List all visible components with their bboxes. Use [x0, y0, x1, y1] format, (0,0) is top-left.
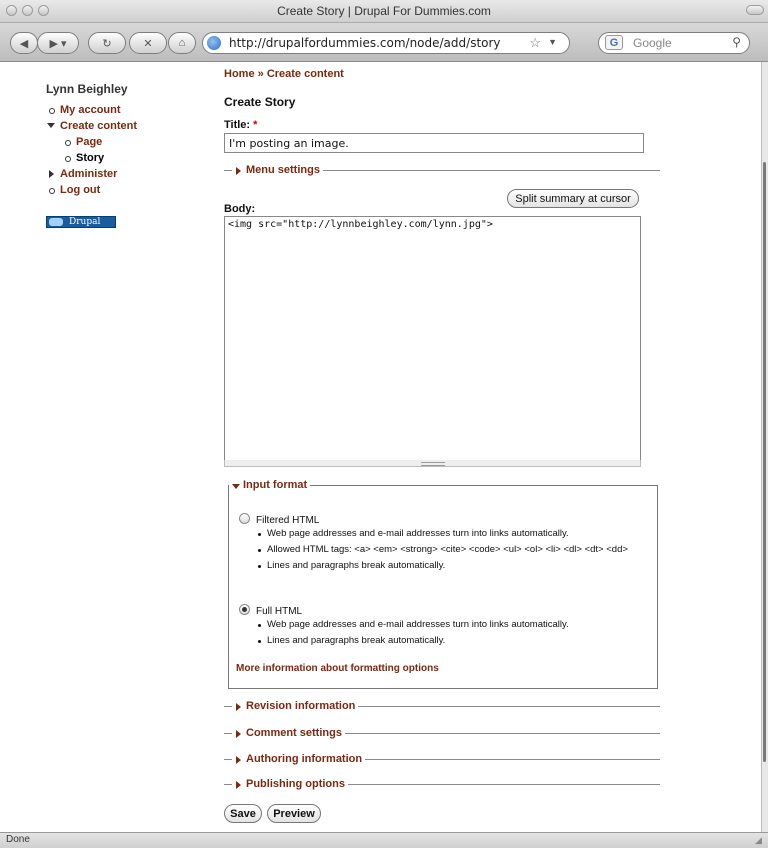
toolbar-toggle-button[interactable] [746, 5, 764, 15]
breadcrumb-create-content-link[interactable]: Create content [267, 68, 344, 80]
filter-tip: Allowed HTML tags: <a> <em> <strong> <ci… [255, 544, 645, 556]
sidebar-item-log-out[interactable]: Log out [46, 182, 206, 198]
revision-information-label: Revision information [246, 700, 356, 712]
menu-settings-label: Menu settings [246, 164, 320, 176]
url-text: http://drupalfordummies.com/node/add/sto… [229, 36, 501, 50]
page-title: Create Story [224, 95, 296, 109]
address-bar[interactable]: http://drupalfordummies.com/node/add/sto… [202, 32, 570, 54]
sidebar-item-create-content[interactable]: Create content [46, 118, 206, 134]
textarea-resize-handle[interactable] [224, 460, 641, 467]
filter-tip: Lines and paragraphs break automatically… [255, 560, 645, 572]
filtered-html-label[interactable]: Filtered HTML [256, 515, 319, 526]
full-html-label[interactable]: Full HTML [256, 606, 302, 617]
reload-icon: ↻ [102, 37, 112, 50]
stop-button[interactable]: ✕ [129, 32, 167, 54]
preview-button[interactable]: Preview [267, 804, 321, 823]
sidebar: Lynn Beighley My account Create content … [46, 82, 206, 228]
save-button[interactable]: Save [224, 804, 262, 823]
split-summary-button[interactable]: Split summary at cursor [507, 189, 639, 208]
breadcrumb-home-link[interactable]: Home [224, 68, 255, 80]
expanded-arrow-icon [232, 484, 240, 489]
collapsed-arrow-icon [236, 756, 241, 764]
filter-tip: Web page addresses and e-mail addresses … [255, 619, 645, 631]
drupal-logo-text: Drupal [69, 217, 101, 227]
chevron-down-icon[interactable]: ▼ [548, 37, 557, 47]
title-label: Title: * [224, 119, 257, 131]
publishing-options-toggle[interactable]: Publishing options [232, 778, 348, 791]
full-html-tips: Web page addresses and e-mail addresses … [255, 619, 645, 651]
search-input[interactable]: Google [633, 36, 672, 50]
body-textarea[interactable]: <img src="http://lynnbeighley.com/lynn.j… [224, 216, 641, 462]
filtered-html-tips: Web page addresses and e-mail addresses … [255, 528, 645, 576]
filter-tip: Web page addresses and e-mail addresses … [255, 528, 645, 540]
drupal-logo[interactable]: Drupal [46, 216, 116, 228]
breadcrumb-separator: » [257, 68, 264, 80]
drupal-drop-icon [49, 218, 63, 226]
back-arrow-icon: ◀ [19, 37, 29, 50]
sidebar-item-my-account[interactable]: My account [46, 102, 206, 118]
title-input[interactable]: I'm posting an image. [224, 133, 644, 153]
authoring-information-toggle[interactable]: Authoring information [232, 753, 366, 766]
revision-information-toggle[interactable]: Revision information [232, 700, 359, 713]
sidebar-item-story[interactable]: Story [46, 150, 206, 166]
status-bar: Done ◢ [0, 832, 768, 848]
google-engine-icon[interactable]: G [605, 35, 623, 50]
full-html-radio[interactable] [239, 604, 250, 615]
home-button[interactable]: ⌂ [168, 32, 196, 54]
stop-icon: ✕ [143, 37, 153, 50]
site-icon [207, 36, 221, 50]
bookmark-star-icon[interactable]: ☆ [529, 35, 541, 51]
window-resize-icon[interactable]: ◢ [755, 835, 765, 845]
menu-settings-toggle[interactable]: Menu settings [232, 164, 323, 177]
forward-button[interactable]: ▶ ▾ [37, 32, 79, 54]
window-title: Create Story | Drupal For Dummies.com [277, 4, 491, 18]
collapsed-arrow-icon [236, 730, 241, 738]
sidebar-item-administer[interactable]: Administer [46, 166, 206, 182]
filter-tip: Lines and paragraphs break automatically… [255, 635, 645, 647]
publishing-options-label: Publishing options [246, 778, 345, 790]
input-format-label: Input format [243, 479, 308, 491]
home-icon: ⌂ [178, 37, 186, 49]
body-label: Body: [224, 203, 256, 215]
comment-settings-label: Comment settings [246, 727, 342, 739]
collapsed-arrow-icon [236, 167, 241, 175]
reload-button[interactable]: ↻ [88, 32, 126, 54]
user-name: Lynn Beighley [46, 82, 128, 96]
comment-settings-toggle[interactable]: Comment settings [232, 727, 345, 740]
title-label-text: Title: [224, 119, 251, 131]
search-box[interactable]: G Google ⚲ [598, 32, 750, 54]
navigation-menu: My account Create content Page Story Adm… [46, 102, 206, 198]
collapsed-arrow-icon [236, 703, 241, 711]
input-format-fieldset: Input format Filtered HTML Web page addr… [228, 479, 658, 689]
required-marker: * [253, 119, 258, 131]
forward-arrow-icon: ▶ ▾ [49, 37, 67, 50]
page-content: Lynn Beighley My account Create content … [0, 62, 762, 832]
input-format-toggle[interactable]: Input format [229, 479, 311, 492]
search-icon[interactable]: ⚲ [732, 35, 741, 49]
title-bar: Create Story | Drupal For Dummies.com [0, 0, 768, 23]
formatting-options-link[interactable]: More information about formatting option… [236, 663, 439, 674]
filtered-html-radio[interactable] [239, 513, 250, 524]
collapsed-arrow-icon [236, 781, 241, 789]
back-button[interactable]: ◀ [10, 32, 38, 54]
vertical-scrollbar[interactable] [761, 62, 768, 832]
status-text: Done [6, 834, 30, 845]
breadcrumb: Home » Create content [224, 68, 344, 80]
browser-toolbar: ◀ ▶ ▾ ↻ ✕ ⌂ http://drupalfordummies.com/… [0, 23, 768, 62]
sidebar-item-page[interactable]: Page [46, 134, 206, 150]
browser-window: Create Story | Drupal For Dummies.com ◀ … [0, 0, 768, 848]
authoring-information-label: Authoring information [246, 753, 363, 765]
